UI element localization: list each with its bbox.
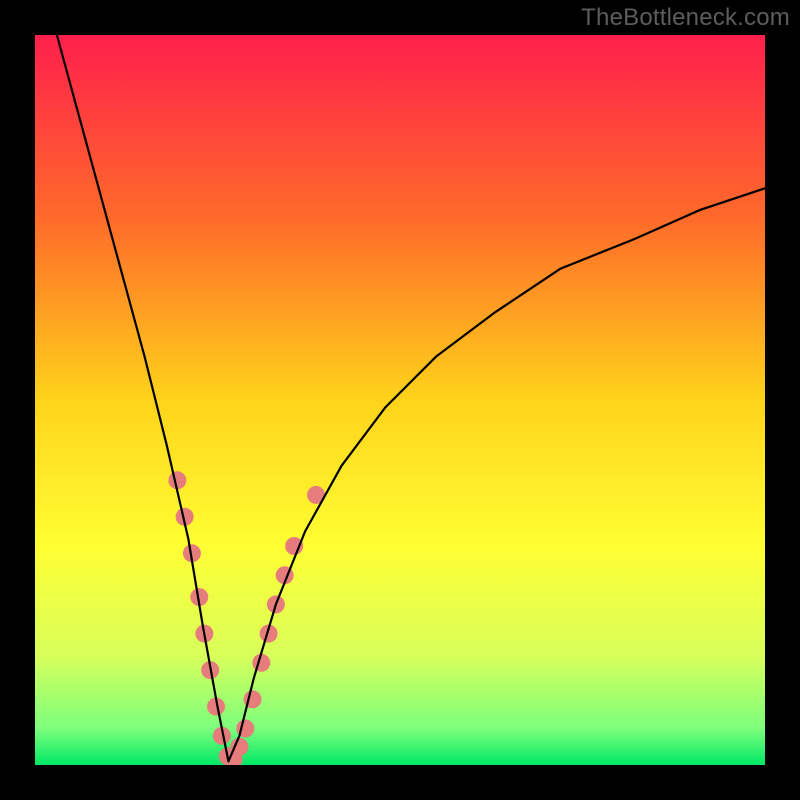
bottleneck-chart (0, 0, 800, 800)
data-point (285, 537, 303, 555)
chart-frame: TheBottleneck.com (0, 0, 800, 800)
watermark-text: TheBottleneck.com (581, 4, 790, 32)
plot-gradient-area (35, 35, 765, 765)
